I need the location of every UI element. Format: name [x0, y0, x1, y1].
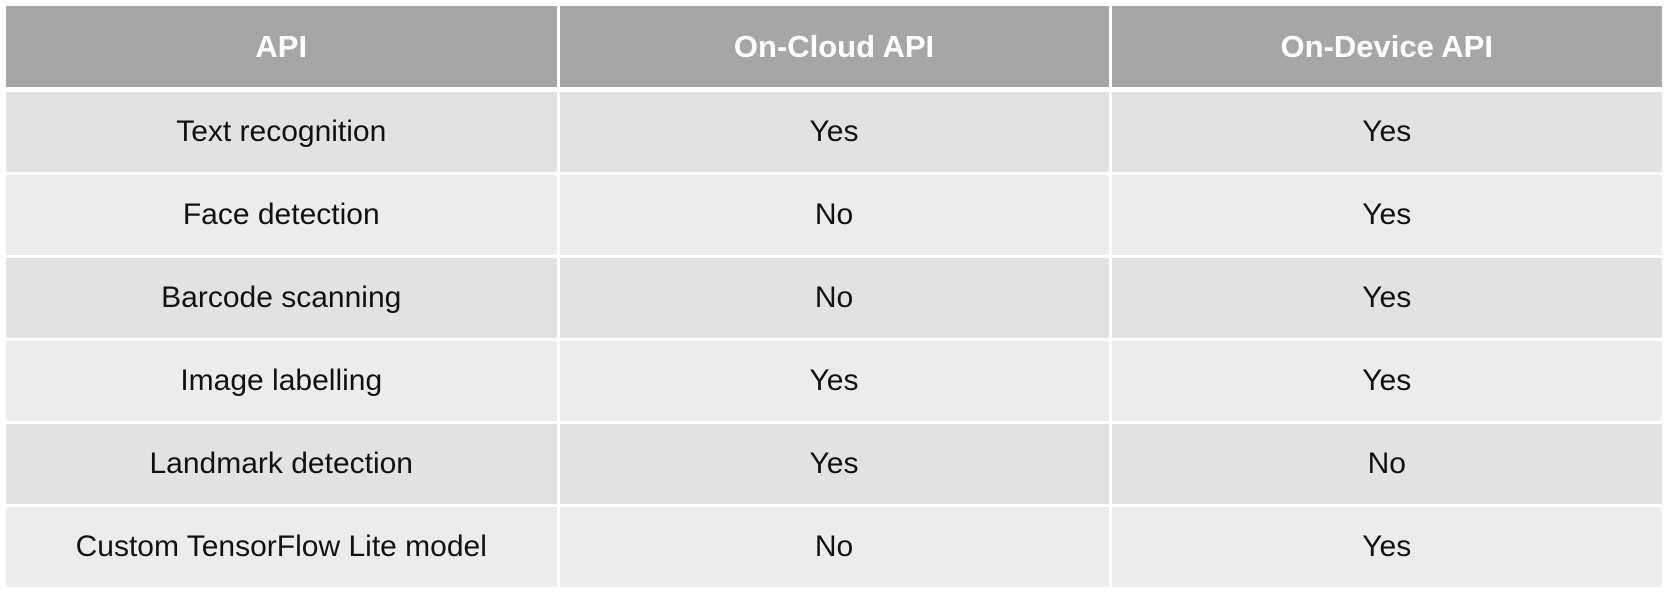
header-row: API On-Cloud API On-Device API [6, 6, 1662, 92]
table-body: Text recognition Yes Yes Face detection … [6, 89, 1662, 587]
cell-on-device: Yes [1108, 339, 1662, 424]
cell-on-cloud: Yes [556, 422, 1112, 507]
cell-on-device: Yes [1108, 505, 1662, 587]
cell-on-device: Yes [1108, 89, 1662, 175]
header-api: API [6, 6, 560, 92]
header-on-device-api: On-Device API [1108, 6, 1662, 92]
api-comparison-table-wrapper: API On-Cloud API On-Device API Text reco… [6, 6, 1662, 587]
cell-api-name: Landmark detection [6, 422, 560, 507]
cell-on-cloud: No [556, 256, 1112, 341]
cell-on-cloud: No [556, 505, 1112, 587]
table-row: Text recognition Yes Yes [6, 89, 1662, 175]
cell-api-name: Custom TensorFlow Lite model [6, 505, 560, 587]
cell-on-device: Yes [1108, 256, 1662, 341]
cell-on-cloud: No [556, 173, 1112, 258]
table-row: Custom TensorFlow Lite model No Yes [6, 505, 1662, 587]
cell-on-cloud: Yes [556, 89, 1112, 175]
header-on-cloud-api: On-Cloud API [556, 6, 1112, 92]
cell-api-name: Face detection [6, 173, 560, 258]
table-header: API On-Cloud API On-Device API [6, 6, 1662, 92]
cell-on-device: Yes [1108, 173, 1662, 258]
table-row: Landmark detection Yes No [6, 422, 1662, 507]
cell-api-name: Image labelling [6, 339, 560, 424]
cell-api-name: Barcode scanning [6, 256, 560, 341]
cell-on-device: No [1108, 422, 1662, 507]
table-row: Face detection No Yes [6, 173, 1662, 258]
table-row: Barcode scanning No Yes [6, 256, 1662, 341]
cell-on-cloud: Yes [556, 339, 1112, 424]
table-row: Image labelling Yes Yes [6, 339, 1662, 424]
api-comparison-table: API On-Cloud API On-Device API Text reco… [6, 6, 1662, 587]
cell-api-name: Text recognition [6, 89, 560, 175]
